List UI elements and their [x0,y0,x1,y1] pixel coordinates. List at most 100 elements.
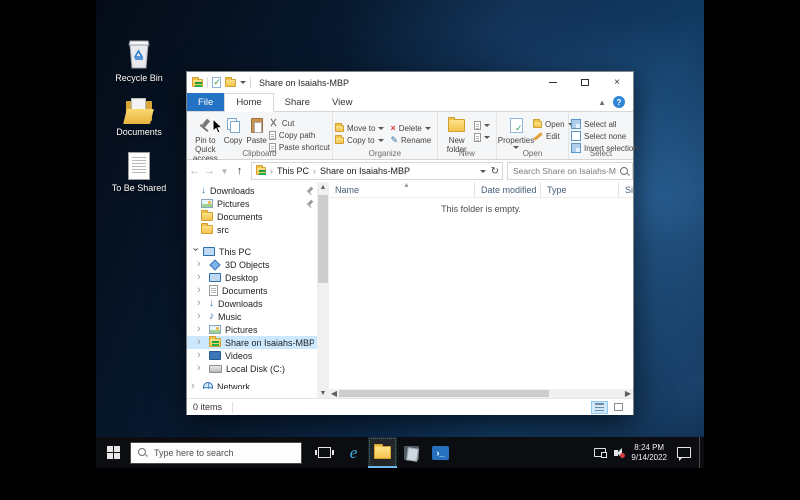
cut-button[interactable]: Cut [269,117,330,129]
select-all-button[interactable]: Select all [571,118,638,130]
copy-icon [227,118,239,132]
nav-item-src[interactable]: src [187,223,317,236]
breadcrumb-this-pc[interactable]: This PC [277,166,309,176]
copy-to-button[interactable]: Copy to [335,134,384,146]
nav-item-documents[interactable]: › Documents [187,284,317,297]
address-box[interactable]: › This PC › Share on Isaiahs-MBP ↻ [251,162,503,180]
tab-share[interactable]: Share [274,93,321,111]
file-explorer-button[interactable] [368,437,397,468]
large-icons-view-button[interactable] [610,401,627,414]
new-item-button[interactable] [474,119,490,131]
nav-item-this-pc[interactable]: › This PC [187,245,317,258]
chevron-right-icon[interactable]: › [197,299,205,308]
breadcrumb-current[interactable]: Share on Isaiahs-MBP [320,166,410,176]
qat-new-folder-icon[interactable] [225,79,236,87]
chevron-right-icon[interactable]: › [197,260,205,269]
chevron-right-icon[interactable]: › [197,325,205,334]
nav-item-pictures[interactable]: › Pictures [187,323,317,336]
column-header-name[interactable]: Name ▲ [329,182,475,198]
start-button[interactable] [96,437,130,468]
taskbar-search-box[interactable]: Type here to search [130,442,302,464]
properties-button[interactable]: Properties [499,115,533,150]
taskbar-clock[interactable]: 8:24 PM 9/14/2022 [624,443,674,463]
column-header-size[interactable]: Size [619,182,633,198]
move-to-button[interactable]: Move to [335,122,384,134]
nav-item-music[interactable]: › ♪ Music [187,310,317,323]
nav-item-documents-quick[interactable]: Documents [187,210,317,223]
nav-item-downloads-quick[interactable]: ↓ Downloads [187,184,317,197]
back-button[interactable]: ← [187,165,202,177]
task-view-button[interactable] [310,437,339,468]
chevron-down-icon[interactable]: › [191,248,200,256]
show-desktop-button[interactable] [699,437,704,468]
app-button[interactable] [397,437,426,468]
open-button[interactable]: Open [533,118,574,130]
scroll-left-icon[interactable]: ◀ [329,389,339,398]
delete-button[interactable]: × Delete [390,122,431,134]
help-icon[interactable]: ? [613,96,625,108]
nav-item-downloads[interactable]: › ↓ Downloads [187,297,317,310]
paste-button[interactable]: Paste [244,115,268,146]
documents-folder-icon [124,98,154,124]
collapse-ribbon-icon[interactable]: ▲ [598,98,606,107]
scroll-down-icon[interactable]: ▼ [317,389,329,398]
network-tray-button[interactable] [592,437,608,468]
desktop-icon-to-be-shared[interactable]: To Be Shared [108,146,170,193]
scroll-up-icon[interactable]: ▲ [317,182,329,193]
internet-explorer-button[interactable]: e [339,437,368,468]
chevron-right-icon[interactable]: › [191,382,199,389]
scrollbar-thumb[interactable] [339,390,549,397]
chevron-right-icon[interactable]: › [197,273,205,282]
nav-item-local-disk-c[interactable]: › Local Disk (C:) [187,362,317,375]
tab-view[interactable]: View [321,93,363,111]
nav-item-desktop[interactable]: › Desktop [187,271,317,284]
title-bar[interactable]: Share on Isaiahs-MBP × [187,72,633,93]
address-history-caret-icon[interactable] [480,170,486,173]
edit-button[interactable]: Edit [533,130,574,142]
empty-folder-message: This folder is empty. [329,204,633,214]
volume-tray-button[interactable] [608,437,624,468]
nav-scrollbar[interactable]: ▲ [317,182,329,389]
chevron-right-icon[interactable]: › [197,364,205,373]
details-view-button[interactable] [591,401,608,414]
easy-access-button[interactable] [474,131,490,143]
close-button[interactable]: × [601,72,633,93]
nav-item-3d-objects[interactable]: › 3D Objects [187,258,317,271]
action-center-icon[interactable] [677,447,691,458]
chevron-right-icon[interactable]: › [197,351,205,360]
chevron-right-icon[interactable]: › [197,338,205,347]
refresh-icon[interactable]: ↻ [491,166,499,177]
chevron-right-icon[interactable]: › [197,312,205,321]
tab-home[interactable]: Home [224,93,273,112]
search-box[interactable]: Search Share on Isaiahs-MBP [507,162,633,180]
nav-item-videos[interactable]: › Videos [187,349,317,362]
scroll-right-icon[interactable]: ▶ [623,389,633,398]
up-button[interactable]: ↑ [232,165,247,177]
ribbon-group-open: Properties Open Edit [497,112,569,159]
recent-locations-caret-icon[interactable]: ▼ [217,167,232,176]
powershell-button[interactable]: ›_ [426,437,455,468]
column-header-date-modified[interactable]: Date modified [475,182,541,198]
maximize-button[interactable] [569,72,601,93]
app-icon [404,446,419,460]
select-none-button[interactable]: Select none [571,130,638,142]
rename-button[interactable]: ✎ Rename [390,134,431,146]
tab-file[interactable]: File [187,93,224,111]
qat-properties-icon[interactable] [212,77,221,88]
scrollbar-thumb[interactable] [318,195,328,283]
nav-item-pictures-quick[interactable]: Pictures [187,197,317,210]
column-header-type[interactable]: Type [541,182,619,198]
copy-path-button[interactable]: Copy path [269,129,330,141]
sort-ascending-icon: ▲ [403,182,410,189]
desktop-icon-recycle-bin[interactable]: Recycle Bin [108,36,170,83]
nav-item-network[interactable]: › Network [187,380,317,389]
qat-customize-caret-icon[interactable] [240,81,246,84]
copy-button[interactable]: Copy [222,115,245,146]
minimize-button[interactable] [537,72,569,93]
horizontal-scrollbar[interactable]: ◀ ▶ [329,389,633,398]
chevron-right-icon[interactable]: › [197,286,205,295]
nav-item-share-on-isaiahs-mbp[interactable]: › Share on Isaiahs-MBP [187,336,317,349]
desktop-icon-documents[interactable]: Documents [108,90,170,137]
forward-button[interactable]: → [202,165,217,177]
delete-icon: × [390,124,395,133]
